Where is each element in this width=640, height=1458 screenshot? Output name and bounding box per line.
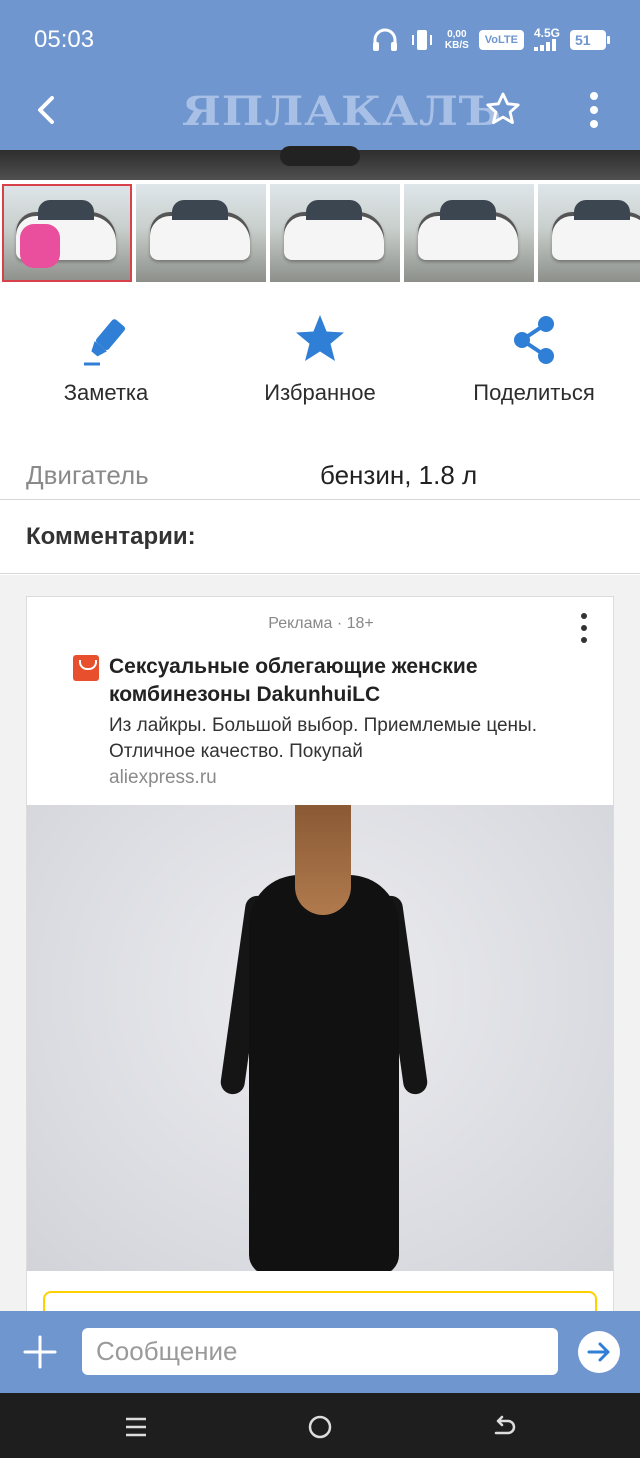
message-input[interactable] bbox=[82, 1328, 558, 1375]
home-icon[interactable] bbox=[306, 1413, 334, 1441]
data-speed: 0,00 KB/S bbox=[444, 29, 469, 51]
battery-indicator: 51 bbox=[570, 30, 610, 50]
vibrate-icon bbox=[411, 30, 432, 50]
top-app-bar: 05:03 0,00 KB/S VoLTE 4.5G 51 ЯПЛАКАЛЪ bbox=[0, 0, 640, 154]
share-label: Поделиться bbox=[473, 380, 595, 405]
send-button[interactable] bbox=[578, 1331, 620, 1373]
ad-description: Из лайкры. Большой выбор. Приемлемые цен… bbox=[109, 715, 537, 762]
volte-badge: VoLTE bbox=[478, 30, 524, 50]
recents-icon[interactable] bbox=[122, 1413, 150, 1441]
main-photo[interactable] bbox=[0, 146, 640, 180]
person-image bbox=[20, 224, 60, 268]
share-button[interactable]: Поделиться bbox=[434, 312, 634, 406]
compose-bar bbox=[0, 1311, 640, 1393]
send-arrow-icon bbox=[587, 1342, 610, 1362]
status-bar: 05:03 0,00 KB/S VoLTE 4.5G 51 bbox=[0, 0, 640, 80]
favorite-label: Избранное bbox=[264, 380, 376, 405]
spec-row-engine: Двигатель бензин, 1.8 л bbox=[0, 452, 640, 500]
status-time: 05:03 bbox=[34, 26, 95, 53]
note-label: Заметка bbox=[63, 380, 149, 405]
arrow-left-icon[interactable] bbox=[30, 92, 66, 128]
spec-key: Двигатель bbox=[26, 460, 149, 490]
star-outline-icon[interactable] bbox=[484, 90, 522, 128]
thumbnail[interactable] bbox=[270, 184, 400, 282]
figure-body bbox=[249, 875, 399, 1271]
ad-image[interactable] bbox=[27, 805, 613, 1271]
note-button[interactable]: Заметка bbox=[6, 312, 206, 406]
share-icon bbox=[514, 316, 554, 364]
star-icon bbox=[296, 315, 344, 361]
ad-title[interactable]: Сексуальные облегающие женские комбинезо… bbox=[109, 653, 599, 709]
photo-counter bbox=[280, 146, 360, 166]
status-icons: 0,00 KB/S VoLTE 4.5G 51 bbox=[371, 25, 610, 55]
headphones-icon bbox=[372, 28, 397, 51]
thumbnail[interactable] bbox=[538, 184, 640, 282]
car-image bbox=[150, 200, 250, 260]
plus-icon[interactable] bbox=[22, 1334, 58, 1370]
action-row: Заметка Избранное Поделиться bbox=[0, 312, 640, 422]
car-image bbox=[418, 200, 518, 260]
figure-hair bbox=[295, 805, 351, 915]
system-nav-bar bbox=[0, 1393, 640, 1458]
ad-label: Реклама · 18+ bbox=[268, 615, 374, 632]
marker-icon bbox=[84, 319, 126, 366]
thumbnail[interactable] bbox=[404, 184, 534, 282]
favorite-button[interactable]: Избранное bbox=[220, 312, 420, 406]
signal-bars-icon bbox=[533, 39, 556, 51]
signal-indicator: 4.5G bbox=[533, 27, 560, 53]
comments-title: Комментарии: bbox=[26, 523, 196, 550]
aliexpress-logo-icon bbox=[73, 655, 99, 681]
comments-header: Комментарии: bbox=[0, 500, 640, 574]
thumbnail-strip bbox=[0, 184, 640, 284]
ad-menu-icon[interactable] bbox=[575, 611, 593, 645]
back-icon[interactable] bbox=[490, 1413, 518, 1441]
car-image bbox=[284, 200, 384, 260]
car-image bbox=[552, 200, 640, 260]
spec-value: бензин, 1.8 л bbox=[320, 460, 478, 490]
ad-domain[interactable]: aliexpress.ru bbox=[109, 767, 217, 789]
thumbnail[interactable] bbox=[2, 184, 132, 282]
ad-card[interactable]: Реклама · 18+ Сексуальные облегающие жен… bbox=[26, 596, 614, 1321]
header-nav: ЯПЛАКАЛЪ bbox=[0, 80, 640, 150]
thumbnail[interactable] bbox=[136, 184, 266, 282]
more-vert-icon[interactable] bbox=[582, 90, 606, 130]
site-logo[interactable]: ЯПЛАКАЛЪ bbox=[182, 88, 502, 135]
